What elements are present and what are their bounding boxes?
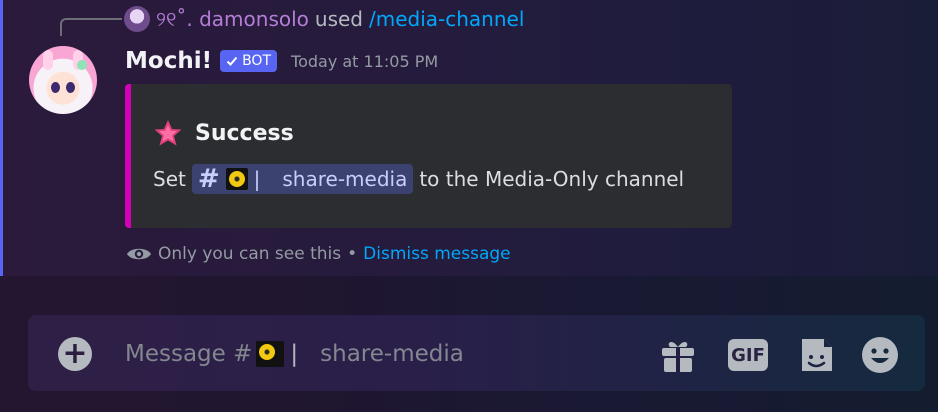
avatar-eye [51, 82, 60, 93]
placeholder-prefix: Message # [125, 341, 253, 367]
bot-tag-label: BOT [242, 53, 272, 69]
message-composer: + Message # | share-media GIF [28, 315, 925, 391]
placeholder-channel: share-media [320, 341, 464, 367]
hash-icon: # [197, 164, 220, 194]
author-name[interactable]: Mochi! [125, 48, 212, 74]
message-header: Mochi! BOT Today at 11:05 PM [125, 46, 438, 76]
channel-divider: | [253, 167, 261, 191]
ephemeral-separator: • [347, 244, 358, 264]
avatar-eye [66, 82, 75, 93]
dismiss-message-link[interactable]: Dismiss message [363, 244, 510, 264]
plus-icon: + [62, 336, 88, 371]
disc-icon [225, 168, 248, 190]
reply-command[interactable]: /media-channel [369, 7, 524, 31]
gift-button[interactable] [658, 335, 698, 375]
gift-icon [662, 341, 694, 372]
embed-description: Set # | share-media to the Media-Only ch… [153, 164, 684, 194]
reply-avatar[interactable] [124, 6, 150, 32]
command-reference[interactable]: ୨୧˚. damonsolo used /media-channel [124, 6, 524, 32]
emoji-icon [862, 337, 898, 373]
ephemeral-text: Only you can see this [158, 244, 342, 264]
emoji-button[interactable] [860, 335, 900, 375]
channel-divider: | [290, 341, 299, 367]
highlight-bar [0, 0, 3, 276]
upload-button[interactable]: + [58, 337, 92, 371]
reply-used-text: used [314, 7, 363, 31]
gif-button[interactable]: GIF [728, 335, 768, 375]
message-input[interactable]: Message # | share-media [125, 337, 464, 371]
gif-label: GIF [731, 344, 765, 366]
sticker-icon [802, 339, 832, 371]
gif-icon: GIF [728, 339, 768, 371]
disc-icon [256, 341, 285, 367]
embed-title-text: Success [195, 120, 294, 146]
pink-star-icon [154, 120, 182, 146]
avatar-ear [43, 50, 53, 70]
bot-tag: BOT [220, 50, 278, 72]
reply-spine [60, 18, 122, 36]
sticker-button[interactable] [796, 335, 836, 375]
timestamp[interactable]: Today at 11:05 PM [291, 52, 438, 71]
embed-title: Success [153, 118, 294, 148]
ephemeral-notice: Only you can see this • Dismiss message [126, 244, 511, 264]
embed-desc-prefix: Set [153, 167, 186, 191]
channel-mention[interactable]: # | share-media [191, 164, 414, 194]
eye-icon [127, 248, 151, 260]
verified-check-icon [226, 56, 238, 66]
embed-desc-suffix: to the Media-Only channel [419, 167, 685, 191]
reply-username[interactable]: ୨୧˚. damonsolo [156, 7, 309, 31]
channel-mention-name: share-media [282, 167, 408, 191]
avatar-hairclip [77, 60, 87, 70]
avatar[interactable] [29, 46, 97, 114]
embed: Success Set # | share-media to the Media… [125, 84, 732, 228]
